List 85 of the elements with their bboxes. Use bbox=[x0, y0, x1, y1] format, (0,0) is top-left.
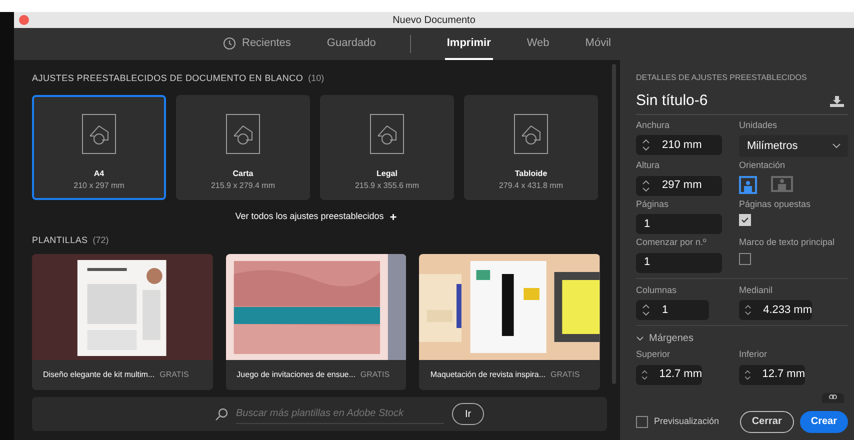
price-tag: GRATIS bbox=[550, 369, 580, 381]
preset-card[interactable]: A4 210 x 297 mm bbox=[32, 94, 166, 200]
person-icon bbox=[744, 180, 752, 192]
section-heading: AJUSTES PREESTABLECIDOS DE DOCUMENTO EN BLANCO bbox=[32, 72, 304, 85]
number-field[interactable]: 1 bbox=[636, 300, 709, 320]
field-label: Altura bbox=[636, 159, 661, 172]
preset-card[interactable]: Legal 215.9 x 355.6 mm bbox=[320, 94, 454, 200]
create-button[interactable]: Crear bbox=[800, 410, 848, 432]
units-dropdown[interactable]: Milímetros bbox=[739, 135, 848, 157]
number-field[interactable]: 12.7 mm bbox=[739, 364, 805, 384]
document-shapes-icon bbox=[514, 114, 548, 154]
template-card[interactable]: Juego de invitaciones de ensue... GRATIS bbox=[226, 254, 406, 390]
download-icon[interactable] bbox=[830, 96, 844, 107]
preset-size: 210 x 297 mm bbox=[74, 180, 124, 192]
field-label: Medianil bbox=[739, 284, 774, 296]
field-label: Orientación bbox=[739, 159, 786, 172]
preset-card[interactable]: Carta 215.9 x 279.4 mm bbox=[176, 94, 310, 200]
field-label: Superior bbox=[636, 348, 672, 361]
tab[interactable]: Guardado bbox=[324, 28, 378, 60]
preset-name: Carta bbox=[232, 168, 254, 180]
document-name[interactable]: Sin título-6 bbox=[636, 90, 708, 112]
document-shapes-icon bbox=[226, 114, 260, 154]
preview-label: Previsualización bbox=[654, 414, 720, 428]
field-label: Inferior bbox=[739, 348, 768, 361]
template-title: Diseño elegante de kit multim... bbox=[43, 369, 155, 381]
field-label: Marco de texto principal bbox=[739, 236, 836, 249]
portrait-button[interactable] bbox=[739, 176, 757, 194]
preset-size: 279.4 x 431.8 mm bbox=[498, 180, 564, 192]
checkmark-icon bbox=[741, 216, 749, 224]
field-label: Páginas bbox=[636, 198, 670, 211]
tab[interactable]: Web bbox=[524, 28, 552, 60]
preset-card[interactable]: Tabloide 279.4 x 431.8 mm bbox=[464, 94, 598, 200]
document-shapes-icon bbox=[82, 114, 116, 154]
number-field[interactable]: 12.7 mm bbox=[636, 364, 702, 384]
document-shapes-icon bbox=[370, 114, 404, 154]
template-title: Maquetación de revista inspira... bbox=[430, 369, 546, 381]
section-count: (10) bbox=[308, 72, 324, 85]
person-icon bbox=[778, 178, 786, 190]
field-value: 12.7 mm bbox=[762, 367, 805, 382]
view-all-link[interactable]: Ver todos los ajustes preestablecidos + bbox=[235, 208, 397, 226]
template-card[interactable]: Diseño elegante de kit multim... GRATIS bbox=[32, 254, 213, 390]
number-field[interactable]: 1 bbox=[636, 252, 722, 272]
field-value: 297 mm bbox=[662, 178, 702, 194]
margins-toggle[interactable]: Márgenes bbox=[636, 331, 848, 346]
close-dialog-button[interactable]: Cerrar bbox=[740, 410, 794, 432]
tab[interactable]: Recientes bbox=[221, 28, 293, 60]
price-tag: GRATIS bbox=[160, 369, 189, 381]
field-value: 12.7 mm bbox=[659, 367, 702, 382]
preset-name: Legal bbox=[376, 168, 398, 180]
chevron-down-icon bbox=[832, 143, 841, 149]
preset-name: A4 bbox=[94, 168, 104, 180]
field-label: Comenzar por n.º bbox=[636, 236, 708, 249]
field-value: 4.233 mm bbox=[763, 302, 812, 318]
field-value: 210 mm bbox=[662, 138, 702, 153]
field-label: Anchura bbox=[636, 118, 671, 132]
checkbox[interactable] bbox=[636, 416, 648, 428]
preset-size: 215.9 x 355.6 mm bbox=[354, 180, 420, 192]
template-card[interactable]: Maquetación de revista inspira... GRATIS bbox=[419, 254, 600, 390]
link-icon bbox=[829, 393, 837, 399]
field-label: Páginas opuestas bbox=[739, 198, 812, 211]
number-field[interactable]: 210 mm bbox=[636, 135, 722, 155]
number-field[interactable]: 297 mm bbox=[636, 176, 722, 196]
window-title: Nuevo Documento bbox=[392, 14, 476, 28]
landscape-button[interactable] bbox=[771, 176, 793, 192]
field-label: Unidades bbox=[739, 118, 778, 132]
clock-icon bbox=[223, 36, 236, 50]
number-field[interactable]: 4.233 mm bbox=[739, 300, 812, 320]
search-icon bbox=[215, 408, 228, 420]
section-count: (72) bbox=[92, 234, 109, 247]
preset-size: 215.9 x 279.4 mm bbox=[210, 180, 276, 192]
checkbox[interactable] bbox=[739, 252, 751, 264]
field-value: 1 bbox=[662, 302, 668, 318]
checkbox[interactable] bbox=[739, 214, 751, 226]
number-field[interactable]: 1 bbox=[636, 214, 722, 234]
field-label: Columnas bbox=[636, 284, 678, 296]
search-field[interactable]: Buscar más plantillas en Adobe Stock bbox=[236, 404, 444, 424]
tab[interactable]: Móvil bbox=[583, 28, 613, 60]
go-button[interactable]: Ir bbox=[452, 403, 484, 425]
preset-name: Tabloide bbox=[514, 168, 548, 180]
panel-heading: DETALLES DE AJUSTES PREESTABLECIDOS bbox=[636, 72, 808, 84]
close-button[interactable] bbox=[19, 15, 29, 25]
price-tag: GRATIS bbox=[360, 369, 390, 381]
template-title: Juego de invitaciones de ensue... bbox=[236, 369, 356, 381]
section-heading: PLANTILLAS bbox=[32, 234, 88, 246]
link-button[interactable] bbox=[822, 393, 844, 403]
